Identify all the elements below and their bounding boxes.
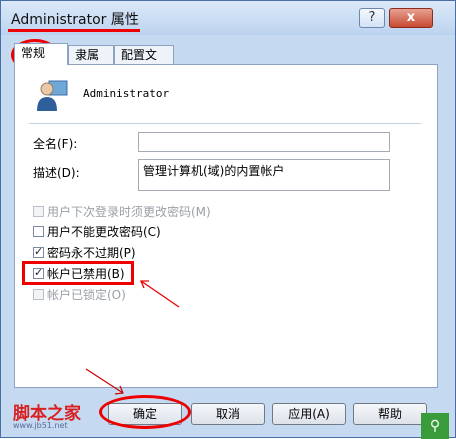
tab-general[interactable]: 常规	[14, 43, 68, 65]
account-locked-checkbox[interactable]: 帐户已锁定(O)	[33, 286, 126, 302]
help-bottom-button[interactable]: 帮助	[353, 403, 427, 425]
description-label: 描述(D):	[33, 166, 80, 180]
separator	[29, 123, 421, 124]
checkbox-box	[33, 289, 44, 300]
checkbox-label: 用户下次登录时须更改密码(M)	[47, 205, 211, 219]
search-icon[interactable]: ⚲	[421, 413, 449, 439]
properties-dialog: Administrator 属性 ? x 常规 隶属于 配置文件 Adminis…	[0, 0, 456, 439]
help-button[interactable]: ?	[359, 8, 385, 28]
ok-button-highlight-annotation	[99, 395, 191, 429]
full-name-field[interactable]	[138, 132, 390, 152]
checkbox-box	[33, 226, 44, 237]
checkbox-box	[33, 206, 44, 217]
tab-profile[interactable]: 配置文件	[114, 45, 174, 81]
checkbox-label: 密码永不过期(P)	[47, 246, 136, 260]
title-bar[interactable]: Administrator 属性 ? x	[1, 1, 455, 35]
window-title: Administrator 属性	[11, 12, 139, 28]
checkbox-box	[33, 245, 44, 258]
close-button[interactable]: x	[389, 8, 433, 28]
description-field[interactable]: 管理计算机(域)的内置帐户	[138, 159, 390, 191]
password-never-expires-checkbox[interactable]: 密码永不过期(P)	[33, 244, 136, 260]
cannot-change-password-checkbox[interactable]: 用户不能更改密码(C)	[33, 223, 161, 239]
apply-button[interactable]: 应用(A)	[272, 403, 346, 425]
general-panel: Administrator 全名(F): 描述(D): 管理计算机(域)的内置帐…	[14, 64, 438, 388]
tab-member-of[interactable]: 隶属于	[68, 45, 114, 81]
full-name-label: 全名(F):	[33, 137, 78, 151]
user-icon	[37, 80, 68, 111]
cancel-button[interactable]: 取消	[191, 403, 265, 425]
must-change-password-checkbox[interactable]: 用户下次登录时须更改密码(M)	[33, 203, 211, 219]
title-underline-annotation	[8, 29, 140, 32]
disabled-checkbox-highlight-annotation	[22, 261, 134, 285]
checkbox-label: 帐户已锁定(O)	[47, 288, 126, 302]
checkbox-label: 用户不能更改密码(C)	[47, 225, 161, 239]
watermark-url: www.jb51.net	[13, 421, 68, 430]
user-name: Administrator	[83, 87, 170, 100]
